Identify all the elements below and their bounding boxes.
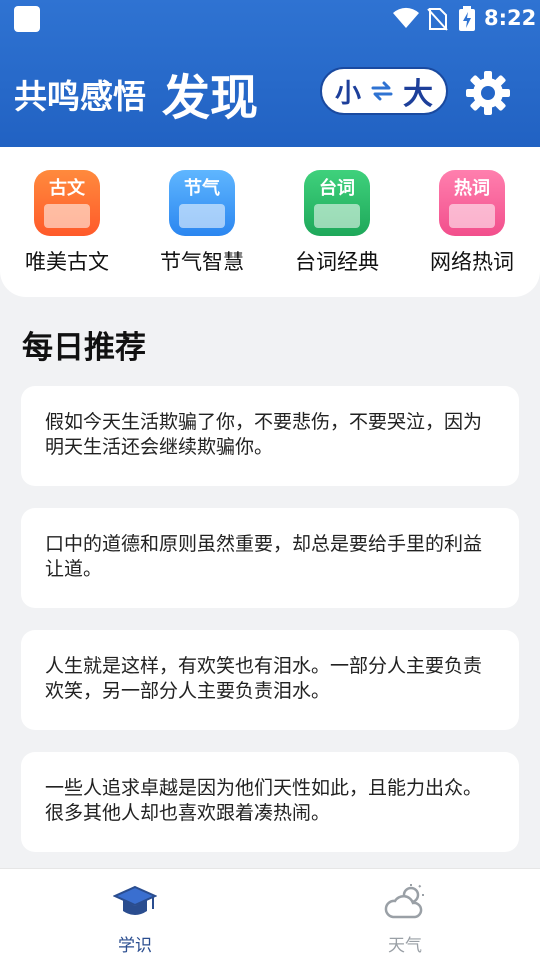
chat-bubble-icon: 热词 bbox=[439, 170, 505, 236]
notification-app-icon bbox=[14, 6, 40, 32]
font-big-label: 大 bbox=[403, 77, 433, 112]
category-classical[interactable]: 古文 唯美古文 bbox=[12, 170, 122, 276]
font-small-label: 小 bbox=[334, 78, 361, 109]
category-hot-words[interactable]: 热词 网络热词 bbox=[417, 170, 527, 276]
status-time: 8:22 bbox=[484, 6, 537, 30]
swap-arrows-icon bbox=[371, 81, 393, 101]
wifi-icon bbox=[393, 7, 419, 28]
tab-label: 学识 bbox=[118, 936, 152, 956]
flower-icon: 节气 bbox=[169, 170, 235, 236]
page-title: 发现 bbox=[162, 70, 259, 126]
category-lines[interactable]: 台词 台词经典 bbox=[282, 170, 392, 276]
category-label: 节气智慧 bbox=[160, 250, 244, 274]
quote-card[interactable]: 人生就是这样，有欢笑也有泪水。一部分人主要负责欢笑，另一部分人主要负责泪水。 bbox=[21, 630, 519, 730]
tab-knowledge[interactable]: 学识 bbox=[75, 883, 195, 956]
tab-label: 天气 bbox=[388, 936, 422, 956]
category-label: 唯美古文 bbox=[25, 250, 109, 274]
quote-card[interactable]: 一些人追求卓越是因为他们天性如此，且能力出众。很多其他人却也喜欢跟着凑热闹。 bbox=[21, 752, 519, 852]
status-bar: 8:22 bbox=[0, 0, 540, 36]
bottom-tab-bar: 学识 天气 bbox=[0, 868, 540, 961]
category-label: 网络热词 bbox=[430, 250, 514, 274]
quote-card[interactable]: 假如今天生活欺骗了你，不要悲伤，不要哭泣，因为明天生活还会继续欺骗你。 bbox=[21, 386, 519, 486]
header-bar: 8:22 共鸣感悟 发现 小 大 bbox=[0, 0, 540, 170]
category-solar-terms[interactable]: 节气 节气智慧 bbox=[147, 170, 257, 276]
tab-weather[interactable]: 天气 bbox=[345, 883, 465, 956]
category-label: 台词经典 bbox=[295, 250, 379, 274]
gear-icon[interactable] bbox=[465, 70, 511, 116]
section-title: 每日推荐 bbox=[22, 330, 146, 366]
font-size-toggle-button[interactable]: 小 大 bbox=[320, 67, 448, 115]
weather-icon bbox=[384, 884, 424, 919]
header-subtitle: 共鸣感悟 bbox=[14, 77, 146, 116]
quote-card[interactable]: 口中的道德和原则虽然重要，却总是要给手里的利益让道。 bbox=[21, 508, 519, 608]
graduation-cap-icon bbox=[112, 885, 158, 915]
no-sim-icon bbox=[427, 8, 448, 31]
classical-book-icon: 古文 bbox=[34, 170, 100, 236]
film-slate-icon: 台词 bbox=[304, 170, 370, 236]
battery-charging-icon bbox=[459, 6, 475, 31]
